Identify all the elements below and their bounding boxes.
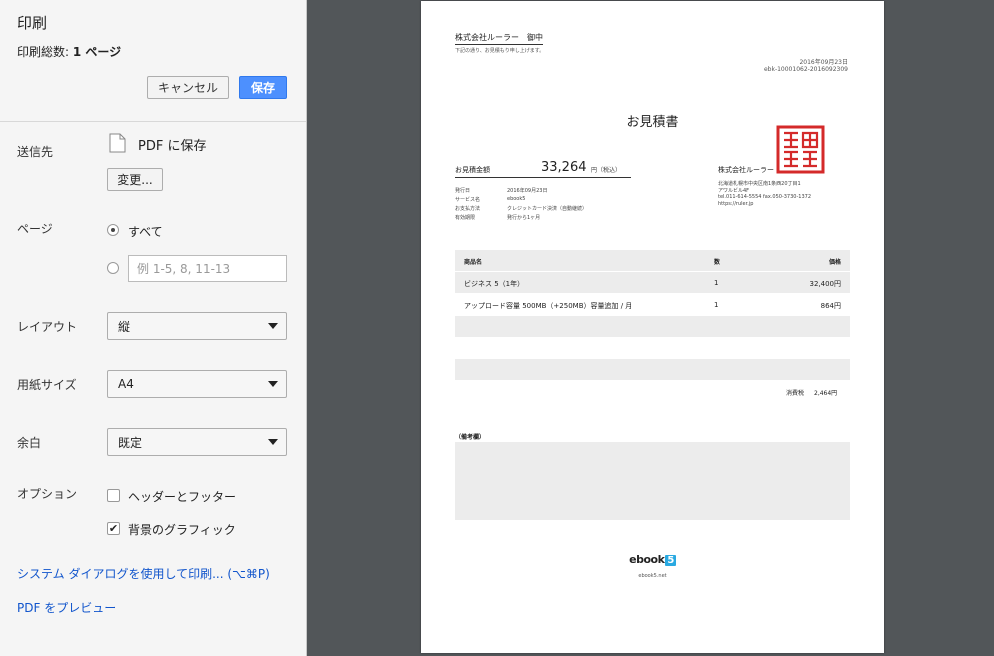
table-row <box>455 338 850 359</box>
column-header-name: 商品名 <box>464 259 483 266</box>
paper-size-label: 用紙サイズ <box>17 378 77 392</box>
destination-value: PDF に保存 <box>138 139 207 154</box>
checkmark-icon: ✔ <box>108 522 119 535</box>
tax-value: 2,464円 <box>814 390 838 397</box>
paper-size-value: A4 <box>118 377 134 391</box>
sidebar-header: 印刷 印刷総数: 1 ページ キャンセル 保存 <box>0 0 306 122</box>
background-graphics-label: 背景のグラフィック <box>128 523 236 537</box>
page-count-value: 1 ページ <box>72 45 122 59</box>
cancel-button[interactable]: キャンセル <box>147 76 229 99</box>
issue-date: 2016年09月23日 <box>799 59 848 66</box>
table-row <box>455 359 850 380</box>
row-qty: 1 <box>714 301 719 309</box>
info-label: サービス名 <box>455 197 481 203</box>
total-label: お見積金額 <box>455 166 490 174</box>
header-footer-checkbox[interactable] <box>107 489 120 502</box>
margins-select[interactable]: 既定 <box>107 428 287 456</box>
table-row: ビジネス 5（1年） 1 32,400円 <box>455 272 850 293</box>
chevron-down-icon <box>268 381 278 387</box>
company-name: 株式会社ルーラー <box>718 166 774 174</box>
ebook5-logo: ebook 5 <box>421 553 884 566</box>
row-qty: 1 <box>714 279 719 287</box>
total-value: 33,264 <box>541 160 587 175</box>
pages-all-radio[interactable] <box>107 224 119 236</box>
preview-page: 株式会社ルーラー 御中 下記の通り、お見積もり申し上げます。 2016年09月2… <box>421 1 884 653</box>
table-header: 商品名 数 価格 <box>455 250 850 271</box>
company-seal-icon <box>776 125 825 174</box>
estimate-note: 下記の通り、お見積もり申し上げます。 <box>455 48 545 54</box>
logo-url: ebook5.net <box>638 573 667 579</box>
header-footer-label: ヘッダーとフッター <box>128 490 237 504</box>
layout-select[interactable]: 縦 <box>107 312 287 340</box>
options-label: オプション <box>17 487 78 501</box>
info-value: クレジットカード決済（自動継続） <box>507 206 588 212</box>
background-graphics-checkbox[interactable]: ✔ <box>107 522 120 535</box>
margins-value: 既定 <box>118 435 143 450</box>
print-sidebar: 印刷 印刷総数: 1 ページ キャンセル 保存 送信先 PDF に保存 変更..… <box>0 0 307 656</box>
change-destination-button[interactable]: 変更... <box>107 168 163 191</box>
print-title: 印刷 <box>17 14 48 32</box>
company-address-line: 北海道札幌市中央区南1条西20丁目1 <box>718 181 801 187</box>
total-amount-row: お見積金額 33,264 円（税込） <box>455 160 631 178</box>
company-address-line: tel.011-614-5554 fax.050-3730-1372 <box>718 194 811 200</box>
page-count: 印刷総数: 1 ページ <box>17 43 121 60</box>
remarks-box <box>455 442 850 520</box>
logo-text: ebook <box>629 553 665 566</box>
layout-value: 縦 <box>118 319 131 334</box>
pages-all-label: すべて <box>128 225 163 239</box>
info-value: 発行から1ヶ月 <box>507 215 541 221</box>
row-price: 32,400円 <box>809 280 842 288</box>
margins-label: 余白 <box>17 436 42 450</box>
info-value: ebook5 <box>507 196 526 202</box>
pdf-preview-link[interactable]: PDF をプレビュー <box>17 599 116 616</box>
save-button[interactable]: 保存 <box>239 76 287 99</box>
column-header-qty: 数 <box>714 259 721 266</box>
info-label: 有効期限 <box>455 215 476 221</box>
company-address-line: アワルビル4F <box>718 188 750 194</box>
chevron-down-icon <box>268 323 278 329</box>
row-price: 864円 <box>820 302 841 310</box>
pages-label: ページ <box>17 222 53 236</box>
company-address-line: https://ruler.jp <box>718 201 754 207</box>
column-header-price: 価格 <box>828 259 841 266</box>
system-dialog-link[interactable]: システム ダイアログを使用して印刷... (⌥⌘P) <box>17 565 270 582</box>
print-preview-area[interactable]: 株式会社ルーラー 御中 下記の通り、お見積もり申し上げます。 2016年09月2… <box>307 0 994 656</box>
total-unit: 円（税込） <box>591 167 622 174</box>
remarks-label: （備考欄） <box>455 434 486 441</box>
pages-custom-input[interactable] <box>128 255 287 282</box>
pages-custom-radio[interactable] <box>107 262 119 274</box>
table-row: アップロード容量 500MB（+250MB）容量追加 / 月 1 864円 <box>455 294 850 315</box>
layout-label: レイアウト <box>17 320 78 334</box>
page-count-label: 印刷総数: <box>17 45 73 59</box>
row-name: ビジネス 5（1年） <box>464 280 525 288</box>
info-label: 発行日 <box>455 188 471 194</box>
info-label: お支払方法 <box>455 206 481 212</box>
tax-label: 消費税 <box>786 390 805 397</box>
table-row <box>455 316 850 337</box>
logo-mark: 5 <box>665 555 676 566</box>
row-name: アップロード容量 500MB（+250MB）容量追加 / 月 <box>464 302 633 310</box>
document-number: ebk-10001062-2016092309 <box>763 66 848 73</box>
addressee: 株式会社ルーラー 御中 <box>455 32 543 45</box>
paper-size-select[interactable]: A4 <box>107 370 287 398</box>
destination-label: 送信先 <box>17 145 54 159</box>
pdf-file-icon <box>109 133 126 153</box>
info-value: 2016年09月23日 <box>507 188 548 194</box>
chevron-down-icon <box>268 439 278 445</box>
